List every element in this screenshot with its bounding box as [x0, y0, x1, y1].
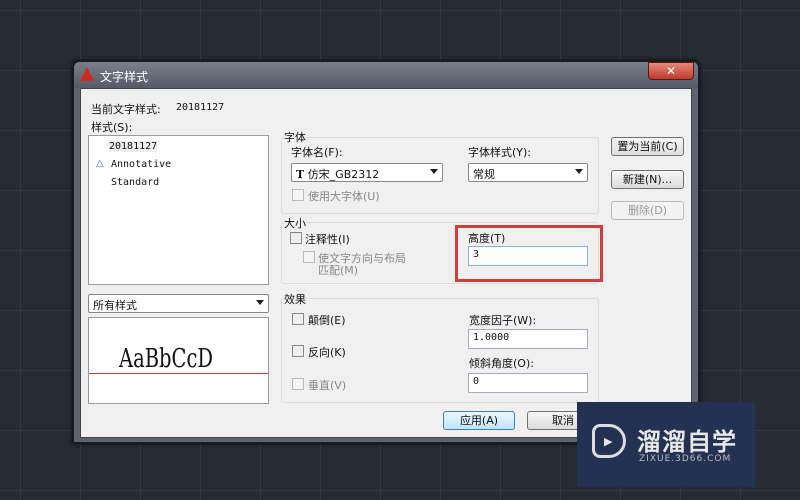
watermark: ▶ 溜溜自学 ZIXUE.3D66.COM [577, 402, 755, 487]
truetype-icon: T [296, 168, 305, 181]
height-label: 高度(T) [468, 232, 506, 245]
match-layout-label-2: 匹配(M) [318, 264, 359, 277]
size-group-label: 大小 [284, 215, 306, 231]
preview-text: AaBbCcD [119, 344, 213, 374]
style-item[interactable]: Annotative [111, 159, 171, 170]
current-style-label: 当前文字样式: [91, 103, 161, 116]
style-filter-select[interactable]: 所有样式 [88, 294, 269, 313]
dialog-body: 当前文字样式: 20181127 样式(S): 20181127 △ Annot… [80, 88, 692, 438]
upside-down-label: 颠倒(E) [308, 314, 346, 327]
chevron-down-icon [430, 169, 438, 174]
font-name-label: 字体名(F): [291, 146, 343, 159]
watermark-name: 溜溜自学 [637, 428, 737, 456]
text-style-dialog: 文字样式 ✕ 当前文字样式: 20181127 样式(S): 20181127 … [73, 61, 699, 443]
close-button[interactable]: ✕ [648, 62, 694, 80]
set-current-button[interactable]: 置为当前(C) [611, 137, 684, 156]
style-filter-value: 所有样式 [93, 299, 137, 312]
watermark-url: ZIXUE.3D66.COM [639, 454, 732, 464]
styles-list[interactable]: 20181127 △ Annotative Standard [88, 135, 269, 285]
styles-label: 样式(S): [91, 121, 133, 134]
annotative-checkbox[interactable] [290, 232, 302, 244]
match-layout-checkbox[interactable] [303, 251, 315, 263]
chevron-down-icon [575, 169, 583, 174]
font-style-label: 字体样式(Y): [468, 146, 532, 159]
backwards-checkbox[interactable] [292, 345, 304, 357]
play-icon: ▶ [604, 435, 613, 448]
current-style-value: 20181127 [176, 102, 225, 113]
font-name-select[interactable]: T 仿宋_GB2312 [291, 163, 443, 182]
big-font-label: 使用大字体(U) [308, 190, 380, 203]
oblique-input[interactable]: 0 [468, 373, 588, 393]
font-style-select[interactable]: 常规 [468, 163, 588, 182]
backwards-label: 反向(K) [308, 346, 346, 359]
font-group-label: 字体 [284, 129, 306, 145]
annotative-icon: △ [96, 158, 104, 169]
vertical-checkbox[interactable] [292, 378, 304, 390]
autocad-logo-icon [80, 67, 94, 81]
width-factor-input[interactable]: 1.0000 [468, 329, 588, 349]
delete-button[interactable]: 删除(D) [611, 201, 684, 220]
chevron-down-icon [256, 300, 264, 305]
new-button[interactable]: 新建(N)... [611, 170, 684, 189]
height-input[interactable]: 3 [468, 246, 588, 266]
play-logo-icon: ▶ [592, 424, 626, 458]
font-name-value: 仿宋_GB2312 [307, 168, 380, 181]
big-font-checkbox[interactable] [292, 189, 304, 201]
preview-box: AaBbCcD [88, 317, 269, 404]
style-item[interactable]: 20181127 [109, 141, 158, 152]
dialog-title: 文字样式 [100, 70, 149, 84]
upside-down-checkbox[interactable] [292, 313, 304, 325]
annotative-label: 注释性(I) [305, 233, 350, 246]
font-style-value: 常规 [473, 168, 495, 181]
oblique-label: 倾斜角度(O): [469, 357, 534, 370]
width-factor-label: 宽度因子(W): [469, 314, 537, 327]
style-item[interactable]: Standard [111, 177, 159, 188]
title-bar[interactable]: 文字样式 ✕ [74, 62, 698, 88]
apply-button[interactable]: 应用(A) [443, 411, 515, 430]
vertical-label: 垂直(V) [308, 379, 347, 392]
effects-group-label: 效果 [284, 291, 306, 307]
